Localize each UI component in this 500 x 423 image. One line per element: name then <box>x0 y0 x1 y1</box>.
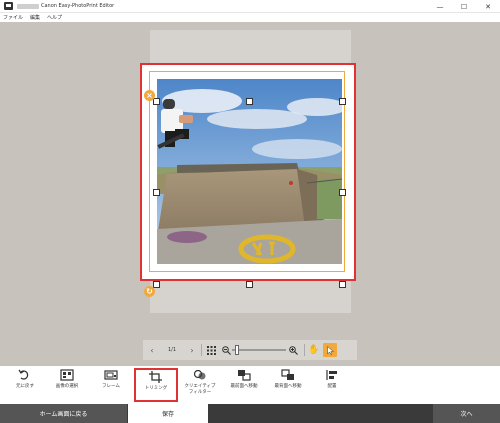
pointer-tool-icon[interactable] <box>323 343 337 357</box>
bottom-bar: ホーム画面に戻る 保存 次へ <box>0 404 500 423</box>
image-select-icon <box>60 369 74 381</box>
next-button[interactable]: 次へ <box>433 404 500 423</box>
menu-edit[interactable]: 編集 <box>30 14 40 21</box>
undo-label: 元に戻す <box>16 384 34 389</box>
edit-toolbar: 元に戻す 画像の選択 フレーム トリミング クリエイティブ フィルター 最前面へ… <box>0 366 500 404</box>
resize-handle-top-left[interactable] <box>153 98 160 105</box>
grid-icon <box>206 345 216 355</box>
maximize-button[interactable]: ☐ <box>452 0 476 13</box>
send-to-back-label: 最背面へ移動 <box>274 384 302 389</box>
resize-handle-right[interactable] <box>339 189 346 196</box>
save-button[interactable]: 保存 <box>128 404 208 423</box>
delete-icon[interactable]: × <box>144 90 155 101</box>
prev-page-icon[interactable]: ‹ <box>143 346 161 355</box>
skatepark-photo-graphic <box>157 79 342 264</box>
frame-icon <box>104 370 118 380</box>
resize-handle-left[interactable] <box>153 189 160 196</box>
arrange-icon <box>326 370 337 380</box>
bring-to-front-icon <box>238 370 251 381</box>
page-zoom-bar: ‹ 1/1 › ✋ <box>143 340 357 360</box>
trimming-button[interactable]: トリミング <box>134 368 178 402</box>
undo-icon <box>18 369 29 380</box>
creative-filter-icon <box>193 369 206 380</box>
zoom-out-glyph <box>221 345 231 355</box>
zoom-thumb[interactable] <box>235 345 239 355</box>
zoom-slider[interactable] <box>232 344 286 356</box>
menu-help[interactable]: ヘルプ <box>47 14 62 21</box>
arrange-label: 配置 <box>327 384 337 389</box>
crop-icon <box>149 371 162 383</box>
resize-handle-bottom-left[interactable] <box>153 281 160 288</box>
bring-to-front-button[interactable]: 最前面へ移動 <box>222 368 266 402</box>
creative-filter-button[interactable]: クリエイティブ フィルター <box>178 368 222 402</box>
bring-to-front-label: 最前面へ移動 <box>230 384 258 389</box>
cursor-arrow-icon <box>326 345 334 355</box>
frame-label: フレーム <box>102 384 120 389</box>
resize-handle-top-right[interactable] <box>339 98 346 105</box>
photo-image[interactable] <box>157 79 342 264</box>
resize-handle-bottom-right[interactable] <box>339 281 346 288</box>
grid-view-icon[interactable] <box>202 345 220 355</box>
select-image-button[interactable]: 画像の選択 <box>45 368 89 402</box>
zoom-track <box>232 349 286 351</box>
title-redacted <box>17 3 39 9</box>
send-to-back-icon <box>281 369 294 380</box>
page-indicator: 1/1 <box>167 347 177 353</box>
zoom-in-icon[interactable] <box>286 345 300 355</box>
rotate-icon[interactable]: ↻ <box>144 286 155 297</box>
creative-filter-label: クリエイティブ フィルター <box>184 384 216 395</box>
undo-button[interactable]: 元に戻す <box>3 368 47 402</box>
window-title: Canon Easy-PhotoPrint Editor <box>41 3 115 9</box>
arrange-button[interactable]: 配置 <box>310 368 354 402</box>
resize-handle-bottom[interactable] <box>246 281 253 288</box>
select-image-label: 画像の選択 <box>55 384 79 389</box>
zoom-out-icon[interactable] <box>220 345 232 355</box>
zoom-in-glyph <box>288 345 298 355</box>
menu-bar: ファイル 編集 ヘルプ <box>0 13 500 22</box>
app-icon <box>4 2 13 10</box>
hand-tool-icon[interactable]: ✋ <box>305 345 323 355</box>
trimming-label: トリミング <box>144 386 168 391</box>
window-controls: — ☐ ✕ <box>428 0 500 13</box>
frame-button[interactable]: フレーム <box>89 368 133 402</box>
next-page-icon[interactable]: › <box>183 346 201 355</box>
close-button[interactable]: ✕ <box>476 0 500 13</box>
title-bar: Canon Easy-PhotoPrint Editor — ☐ ✕ <box>0 0 500 13</box>
send-to-back-button[interactable]: 最背面へ移動 <box>266 368 310 402</box>
return-home-button[interactable]: ホーム画面に戻る <box>0 404 127 423</box>
resize-handle-top[interactable] <box>246 98 253 105</box>
menu-file[interactable]: ファイル <box>3 14 23 21</box>
minimize-button[interactable]: — <box>428 0 452 13</box>
